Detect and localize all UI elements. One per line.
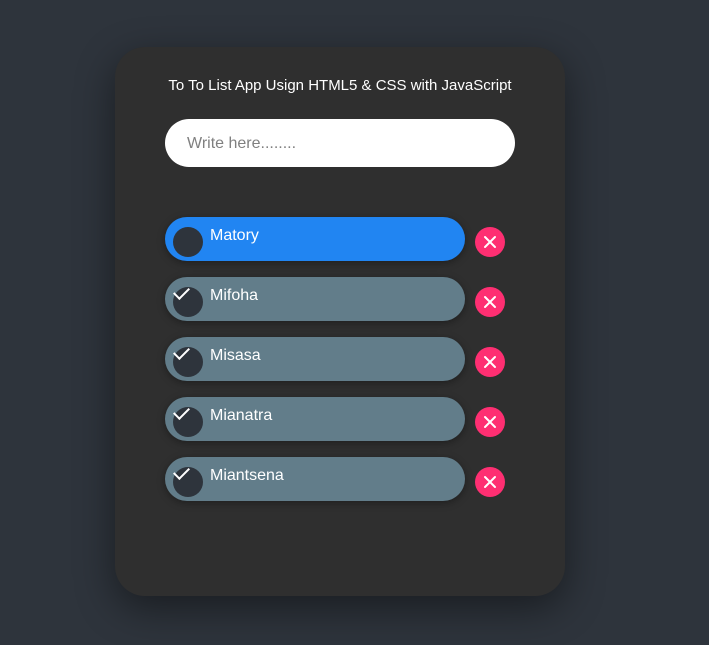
delete-button[interactable] bbox=[475, 407, 505, 437]
todo-checkbox[interactable] bbox=[173, 463, 203, 497]
check-icon bbox=[173, 343, 190, 360]
todo-checkbox[interactable] bbox=[173, 227, 203, 257]
todo-checkbox[interactable] bbox=[173, 283, 203, 317]
todo-item: Matory bbox=[165, 217, 505, 277]
check-icon bbox=[173, 283, 190, 300]
close-icon bbox=[484, 416, 496, 428]
app-title: To To List App Usign HTML5 & CSS with Ja… bbox=[168, 77, 512, 94]
todo-item-label: Mianatra bbox=[210, 407, 273, 424]
delete-button[interactable] bbox=[475, 347, 505, 377]
todo-item-pill[interactable]: Misasa bbox=[165, 337, 465, 381]
todo-item: Misasa bbox=[165, 337, 505, 397]
delete-button[interactable] bbox=[475, 227, 505, 257]
todo-item-pill[interactable]: Mianatra bbox=[165, 397, 465, 441]
todo-item-label: Mifoha bbox=[210, 287, 259, 304]
delete-button[interactable] bbox=[475, 287, 505, 317]
check-icon bbox=[173, 403, 190, 420]
todo-checkbox[interactable] bbox=[173, 403, 203, 437]
todo-item: Mifoha bbox=[165, 277, 505, 337]
todo-item: Miantsena bbox=[165, 457, 505, 517]
close-icon bbox=[484, 356, 496, 368]
todo-input[interactable] bbox=[185, 119, 489, 169]
todo-item-pill[interactable]: Mifoha bbox=[165, 277, 465, 321]
todo-card: To To List App Usign HTML5 & CSS with Ja… bbox=[115, 47, 565, 596]
close-icon bbox=[484, 236, 496, 248]
todo-item: Mianatra bbox=[165, 397, 505, 457]
todo-checkbox[interactable] bbox=[173, 343, 203, 377]
todo-item-label: Matory bbox=[210, 227, 259, 244]
close-icon bbox=[484, 476, 496, 488]
delete-button[interactable] bbox=[475, 467, 505, 497]
todo-input-container bbox=[165, 119, 515, 169]
todo-item-label: Misasa bbox=[210, 347, 261, 364]
close-icon bbox=[484, 296, 496, 308]
todo-list: Matory Mifoha Misasa Mianatra Miantsena bbox=[165, 217, 505, 517]
todo-item-label: Miantsena bbox=[210, 467, 284, 484]
todo-item-pill[interactable]: Miantsena bbox=[165, 457, 465, 501]
todo-item-pill[interactable]: Matory bbox=[165, 217, 465, 261]
check-icon bbox=[173, 463, 190, 480]
